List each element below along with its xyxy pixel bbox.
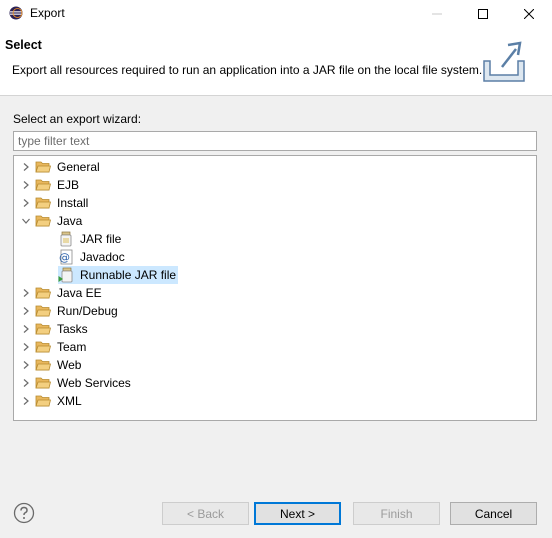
tree-item-label: Java EE	[57, 286, 102, 300]
svg-text:@: @	[59, 251, 70, 264]
wizard-tree[interactable]: General EJB Install Java JAR file @ Javadoc Run…	[13, 155, 537, 421]
folder-icon	[35, 285, 51, 301]
tree-item-label: XML	[57, 394, 82, 408]
eclipse-icon	[9, 6, 23, 20]
tree-item-label: Team	[57, 340, 87, 354]
next-button[interactable]: Next >	[254, 502, 341, 525]
tree-item-ejb[interactable]: EJB	[20, 176, 81, 194]
folder-icon	[35, 375, 51, 391]
chevron-right-icon[interactable]	[20, 323, 32, 335]
tree-item-run-debug[interactable]: Run/Debug	[20, 302, 120, 320]
tree-item-java[interactable]: Java	[20, 212, 84, 230]
chevron-right-icon[interactable]	[20, 341, 32, 353]
back-button[interactable]: < Back	[162, 502, 249, 525]
chevron-right-icon[interactable]	[20, 395, 32, 407]
close-icon	[524, 8, 534, 19]
filter-input[interactable]	[13, 131, 537, 151]
maximize-icon	[478, 8, 488, 19]
tree-item-xml[interactable]: XML	[20, 392, 84, 410]
minimize-button[interactable]	[414, 0, 460, 27]
wizard-header: Select Export all resources required to …	[0, 27, 552, 96]
finish-button-label: Finish	[380, 506, 413, 521]
chevron-down-icon[interactable]	[20, 215, 32, 227]
folder-icon	[35, 393, 51, 409]
header-title: Select	[5, 38, 42, 52]
header-description: Export all resources required to run an …	[12, 63, 483, 77]
cancel-button[interactable]: Cancel	[450, 502, 537, 525]
javadoc-icon: @	[58, 249, 74, 265]
next-button-label: Next >	[279, 506, 315, 521]
chevron-right-icon[interactable]	[20, 197, 32, 209]
cancel-button-label: Cancel	[474, 506, 513, 521]
folder-icon	[35, 321, 51, 337]
runnable-jar-icon	[58, 267, 74, 283]
finish-button[interactable]: Finish	[353, 502, 440, 525]
export-wizard-icon	[483, 41, 525, 82]
tree-item-javadoc[interactable]: @ Javadoc	[58, 248, 127, 266]
folder-icon	[35, 213, 51, 229]
folder-icon	[35, 303, 51, 319]
tree-item-team[interactable]: Team	[20, 338, 88, 356]
tree-item-label: Tasks	[57, 322, 88, 336]
tree-item-label: EJB	[57, 178, 80, 192]
tree-item-web-services[interactable]: Web Services	[20, 374, 133, 392]
tree-item-label: JAR file	[80, 232, 122, 246]
tree-item-java-ee[interactable]: Java EE	[20, 284, 104, 302]
chevron-right-icon[interactable]	[20, 161, 32, 173]
tree-item-label: Install	[57, 196, 89, 210]
help-icon[interactable]	[13, 502, 35, 524]
folder-icon	[35, 357, 51, 373]
minimize-icon	[432, 13, 442, 14]
title-bar: Export	[0, 0, 552, 27]
folder-icon	[35, 159, 51, 175]
tree-item-label: Javadoc	[80, 250, 125, 264]
tree-item-label: Web	[57, 358, 82, 372]
tree-item-label: Web Services	[57, 376, 131, 390]
tree-item-jar-file[interactable]: JAR file	[58, 230, 123, 248]
folder-icon	[35, 177, 51, 193]
tree-item-runnable-jar-file[interactable]: Runnable JAR file	[58, 266, 179, 284]
tree-item-install[interactable]: Install	[20, 194, 90, 212]
chevron-right-icon[interactable]	[20, 179, 32, 191]
tree-item-label: Run/Debug	[57, 304, 118, 318]
jar-file-icon	[58, 231, 74, 247]
tree-item-label: Runnable JAR file	[80, 268, 177, 282]
tree-item-label: Java	[57, 214, 83, 228]
chevron-right-icon[interactable]	[20, 305, 32, 317]
wizard-label: Select an export wizard:	[13, 112, 142, 126]
chevron-right-icon[interactable]	[20, 287, 32, 299]
close-button[interactable]	[506, 0, 552, 27]
folder-icon	[35, 195, 51, 211]
tree-item-tasks[interactable]: Tasks	[20, 320, 90, 338]
chevron-right-icon[interactable]	[20, 377, 32, 389]
tree-item-label: General	[57, 160, 100, 174]
chevron-right-icon[interactable]	[20, 359, 32, 371]
tree-item-web[interactable]: Web	[20, 356, 83, 374]
window-title: Export	[30, 6, 65, 20]
back-button-label: < Back	[186, 506, 225, 521]
folder-icon	[35, 339, 51, 355]
tree-item-general[interactable]: General	[20, 158, 102, 176]
maximize-button[interactable]	[460, 0, 506, 27]
